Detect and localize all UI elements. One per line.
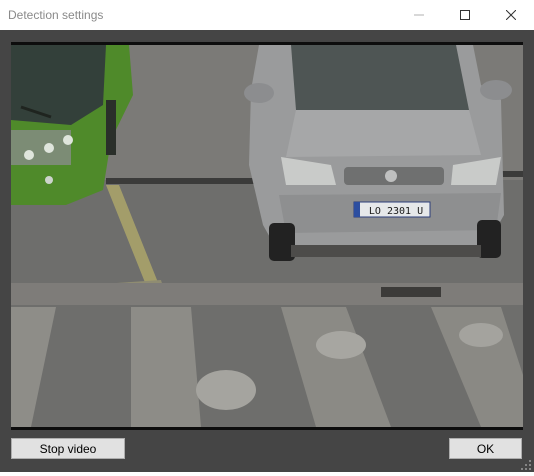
maximize-icon — [460, 10, 470, 20]
ok-button[interactable]: OK — [449, 438, 522, 459]
stop-video-button[interactable]: Stop video — [11, 438, 125, 459]
license-plate-text: LO 2301 U — [368, 206, 424, 217]
window-title: Detection settings — [8, 8, 104, 22]
video-frame-image: LO 2301 U — [11, 45, 523, 427]
minimize-button[interactable] — [396, 0, 442, 30]
minimize-icon — [414, 14, 424, 16]
street-scene — [11, 45, 523, 427]
detection-settings-window: Detection settings LO 2301 U Stop video … — [0, 0, 534, 472]
close-button[interactable] — [488, 0, 534, 30]
maximize-button[interactable] — [442, 0, 488, 30]
video-preview[interactable]: LO 2301 U — [11, 42, 523, 430]
title-bar: Detection settings — [0, 0, 534, 30]
close-icon — [506, 10, 516, 20]
resize-grip-icon[interactable] — [520, 458, 532, 470]
